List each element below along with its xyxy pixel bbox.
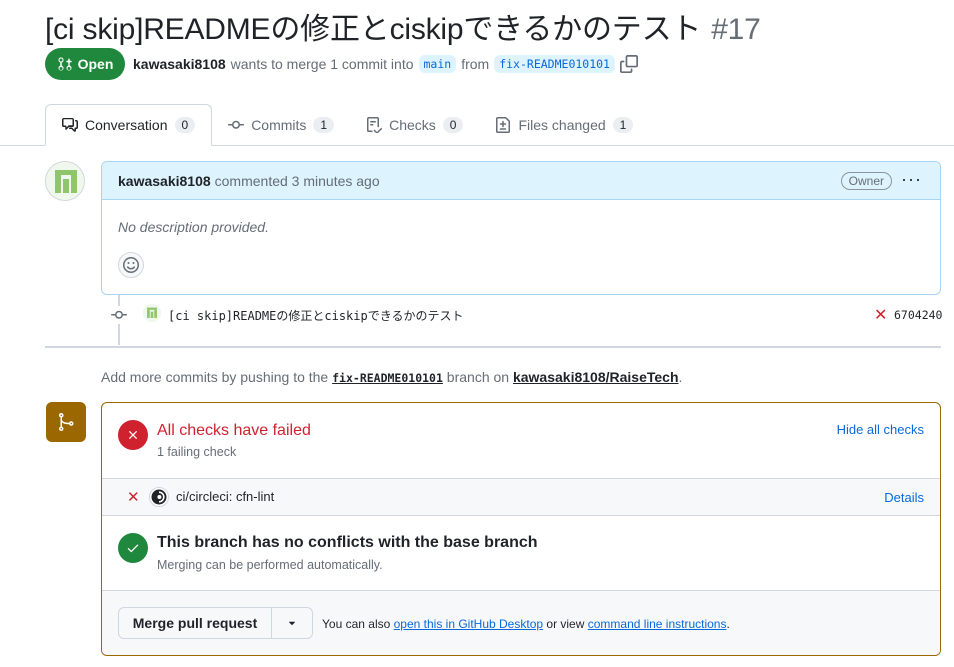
commit-author-avatar[interactable]: [143, 304, 161, 322]
git-commit-icon: [228, 120, 245, 129]
conflicts-subtitle: Merging can be performed automatically.: [157, 558, 383, 572]
tab-commits-label: Commits: [251, 117, 307, 133]
merge-pull-request-button[interactable]: Merge pull request: [119, 608, 272, 638]
check-name: ci/circleci: cfn-lint: [176, 489, 275, 504]
identicon-icon: [143, 304, 161, 322]
merge-actions-section: Merge pull request You can also open thi…: [102, 591, 940, 655]
tab-commits[interactable]: Commits 1: [212, 104, 350, 146]
pr-meta: kawasaki8108 wants to merge 1 commit int…: [133, 55, 638, 73]
push-hint-middle: branch on: [446, 369, 510, 385]
push-hint-branch-link[interactable]: fix-README010101: [332, 371, 443, 385]
comment-timestamp[interactable]: commented 3 minutes ago: [215, 173, 380, 189]
head-branch-link[interactable]: fix-README010101: [494, 55, 615, 73]
git-merge-icon: [46, 402, 86, 442]
commit-sha-link[interactable]: 6704240: [894, 308, 942, 322]
tab-files-changed-count: 1: [612, 117, 634, 133]
check-failed-icon: ✕: [127, 489, 140, 506]
conflicts-section: This branch has no conflicts with the ba…: [102, 516, 940, 591]
merge-hint: You can also open this in GitHub Desktop…: [322, 617, 730, 631]
merge-box: All checks have failed 1 failing check H…: [101, 402, 941, 656]
commit-message-link[interactable]: [ci skip]READMEの修正とciskipできるかのテスト: [168, 307, 463, 324]
command-line-instructions-link[interactable]: command line instructions: [588, 617, 727, 631]
checks-subtitle: 1 failing check: [157, 445, 237, 459]
comment-author-link[interactable]: kawasaki8108: [118, 173, 211, 189]
tab-conversation-label: Conversation: [85, 117, 168, 133]
push-hint: Add more commits by pushing to the fix-R…: [101, 369, 682, 385]
pr-state-badge: Open: [45, 48, 125, 80]
pr-tabs: Conversation 0 Commits 1 Checks 0 Files …: [45, 104, 954, 146]
tab-files-changed-label: Files changed: [518, 117, 606, 133]
owner-badge: Owner: [840, 172, 892, 190]
comment-body: No description provided.: [118, 219, 269, 235]
merge-hint-prefix: You can also: [322, 617, 391, 631]
tab-conversation-count: 0: [174, 117, 196, 133]
tab-conversation[interactable]: Conversation 0: [45, 104, 213, 146]
file-diff-icon: [496, 117, 511, 133]
push-hint-prefix: Add more commits by pushing to the: [101, 369, 329, 385]
comment-header: kawasaki8108 commented 3 minutes ago Own…: [102, 162, 940, 200]
pr-action-text: wants to merge 1 commit into: [230, 56, 414, 72]
tab-checks-count: 0: [442, 117, 464, 133]
checklist-icon: [367, 117, 383, 133]
comment-discussion-icon: [62, 118, 78, 132]
checks-section: All checks have failed 1 failing check H…: [102, 403, 940, 479]
copy-icon[interactable]: [619, 55, 638, 73]
tab-commits-count: 1: [313, 117, 335, 133]
circleci-logo-icon: [149, 487, 169, 507]
check-details-link[interactable]: Details: [884, 490, 924, 505]
commit-status-failed-icon[interactable]: ✕: [874, 305, 887, 325]
smiley-icon: [123, 257, 139, 273]
base-branch-link[interactable]: main: [418, 55, 457, 73]
merge-hint-middle: or view: [546, 617, 585, 631]
conflicts-title: This branch has no conflicts with the ba…: [157, 534, 538, 551]
tab-files-changed[interactable]: Files changed 1: [479, 104, 649, 146]
pr-title-text: [ci skip]READMEの修正とciskipできるかのテスト: [45, 13, 702, 46]
identicon-icon: [46, 162, 84, 200]
pr-number: #17: [711, 13, 761, 46]
push-hint-repo-link[interactable]: kawasaki8108/RaiseTech: [513, 369, 679, 385]
git-commit-icon: [110, 306, 128, 324]
merge-hint-suffix: .: [726, 617, 730, 631]
author-avatar[interactable]: [45, 161, 85, 201]
merge-method-dropdown-button[interactable]: [272, 608, 312, 638]
x-circle-icon: [118, 420, 148, 450]
checks-title: All checks have failed: [157, 422, 311, 439]
merge-button-group: Merge pull request: [118, 607, 313, 639]
pr-description-comment: kawasaki8108 commented 3 minutes ago Own…: [101, 161, 941, 295]
hide-all-checks-button[interactable]: Hide all checks: [837, 422, 924, 437]
pr-state-label: Open: [77, 56, 114, 72]
git-pull-request-icon: [58, 57, 72, 71]
check-circle-icon: [118, 533, 148, 563]
check-row: ✕ ci/circleci: cfn-lint Details: [102, 479, 940, 516]
add-reaction-button[interactable]: [118, 252, 144, 278]
triangle-down-icon: [288, 621, 296, 626]
open-in-desktop-link[interactable]: open this in GitHub Desktop: [394, 617, 543, 631]
pr-from-text: from: [461, 56, 490, 72]
pr-title: [ci skip]READMEの修正とciskipできるかのテスト #17: [45, 4, 761, 48]
comment-menu-button[interactable]: ···: [901, 170, 922, 188]
push-hint-suffix: .: [678, 369, 683, 385]
pr-author-link[interactable]: kawasaki8108: [133, 56, 226, 72]
tab-checks-label: Checks: [389, 117, 436, 133]
tab-checks[interactable]: Checks 0: [350, 104, 479, 146]
timeline-divider: [45, 346, 941, 348]
